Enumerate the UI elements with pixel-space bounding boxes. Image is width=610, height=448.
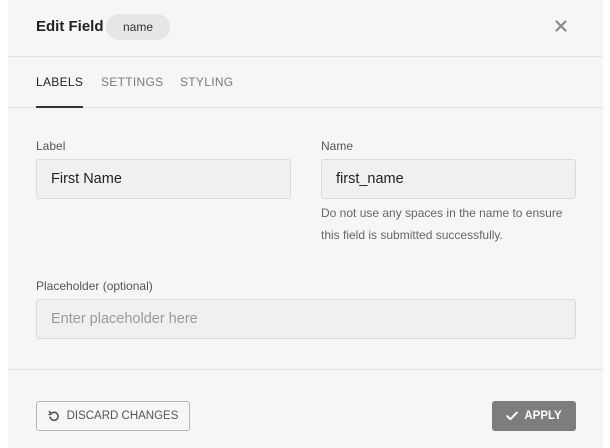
discard-changes-label: DISCARD CHANGES — [66, 410, 179, 422]
close-button[interactable] — [550, 15, 572, 37]
undo-icon — [47, 410, 59, 422]
close-icon — [555, 20, 567, 32]
edit-field-dialog: Edit Field name LABELS SETTINGS STYLING … — [8, 0, 603, 448]
placeholder-input[interactable] — [36, 299, 576, 339]
discard-changes-button[interactable]: DISCARD CHANGES — [36, 401, 190, 431]
dialog-header: Edit Field name — [8, 0, 603, 57]
label-field-caption: Label — [36, 139, 66, 153]
label-input[interactable] — [36, 159, 291, 199]
dialog-title: Edit Field — [36, 18, 104, 35]
name-help-text: Do not use any spaces in the name to ens… — [321, 206, 563, 242]
name-input[interactable] — [321, 159, 576, 199]
dialog-footer: DISCARD CHANGES APPLY — [8, 369, 603, 448]
apply-label: APPLY — [524, 410, 562, 422]
field-name-pill: name — [106, 14, 171, 40]
tab-settings[interactable]: SETTINGS — [101, 57, 163, 107]
name-field-caption: Name — [321, 139, 354, 153]
apply-button[interactable]: APPLY — [492, 401, 576, 431]
tab-styling[interactable]: STYLING — [180, 57, 233, 107]
tab-labels[interactable]: LABELS — [36, 57, 84, 108]
tab-bar: LABELS SETTINGS STYLING — [8, 57, 603, 108]
check-icon — [506, 411, 519, 421]
placeholder-field-caption: Placeholder (optional) — [36, 279, 153, 293]
